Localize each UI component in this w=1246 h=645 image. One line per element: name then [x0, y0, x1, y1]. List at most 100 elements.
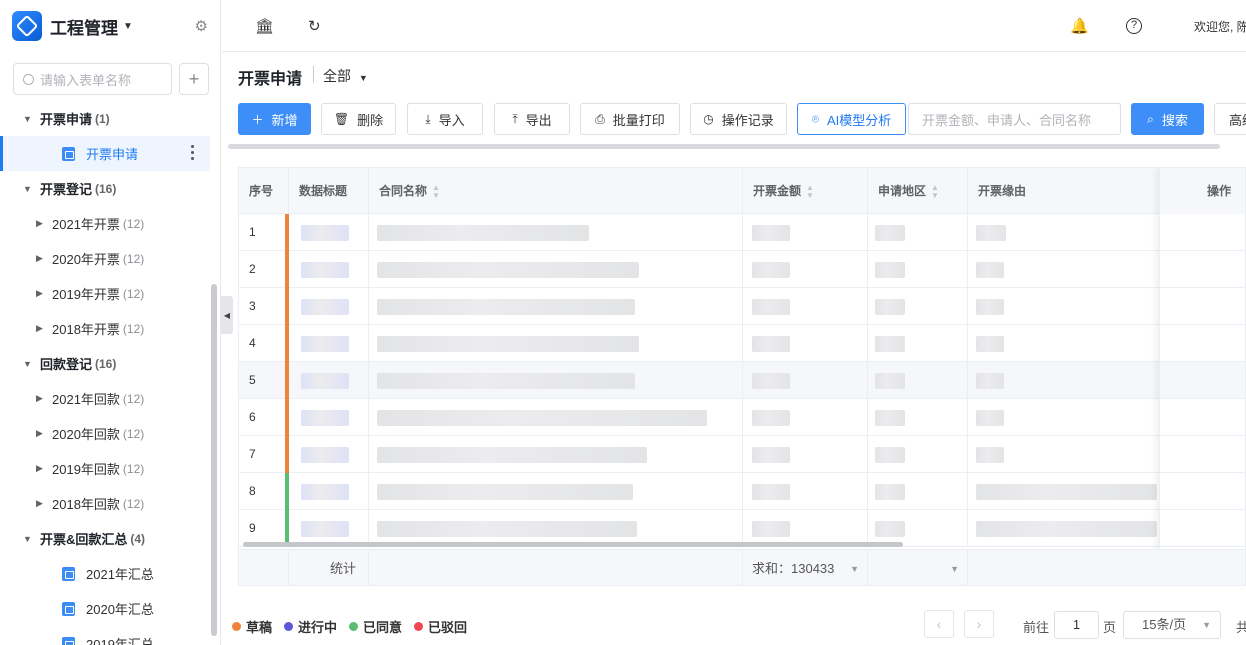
prev-page-button[interactable]: ‹: [924, 610, 954, 638]
caret-right-icon[interactable]: ▶: [36, 218, 46, 229]
tree-group[interactable]: ▼ 开票&回款汇总 (4): [0, 521, 210, 556]
table-horizontal-scrollbar[interactable]: [243, 542, 903, 547]
add-form-button[interactable]: +: [179, 63, 209, 95]
header-contract-label: 合同名称: [379, 184, 428, 198]
cell-contract: [369, 436, 743, 473]
new-button[interactable]: ＋ 新增: [238, 103, 311, 135]
caret-right-icon[interactable]: ▶: [36, 323, 46, 334]
batch-print-button[interactable]: ⎙ 批量打印: [580, 103, 680, 135]
search-button[interactable]: ⌕ 搜索: [1131, 103, 1204, 135]
page-size-select[interactable]: 15条/页 ▼: [1123, 611, 1221, 639]
help-icon[interactable]: ?: [1126, 18, 1142, 34]
tree-item-label: 2021年汇总: [86, 567, 154, 582]
refresh-icon[interactable]: ↻: [308, 17, 321, 35]
cell-reason: [968, 510, 1159, 547]
header-contract[interactable]: 合同名称 ▲ ▼: [369, 168, 743, 214]
page-title: 开票申请: [238, 71, 303, 88]
summary-region-select[interactable]: ▼: [868, 550, 968, 585]
bank-icon[interactable]: 🏛: [255, 17, 274, 35]
app-title[interactable]: 工程管理: [50, 14, 118, 39]
view-filter-dropdown[interactable]: 全部 ▼: [323, 66, 368, 86]
table-row[interactable]: 2: [239, 251, 1245, 288]
bell-icon[interactable]: 🔔: [1070, 17, 1089, 35]
tree-subgroup[interactable]: ▶ 2018年开票 (12): [0, 311, 210, 346]
form-search-input[interactable]: 请输入表单名称: [13, 63, 172, 95]
cell-region: [868, 399, 968, 436]
ai-analysis-button[interactable]: ⌾ AI模型分析: [797, 103, 906, 135]
legend-label: 草稿: [246, 620, 273, 635]
page-number-input[interactable]: 1: [1054, 611, 1099, 639]
cell-region: [868, 436, 968, 473]
tree-form-item[interactable]: 2020年汇总: [0, 591, 210, 626]
operation-log-button[interactable]: ◷ 操作记录: [690, 103, 787, 135]
caret-right-icon[interactable]: ▶: [36, 463, 46, 474]
table-row[interactable]: 7: [239, 436, 1245, 473]
caret-right-icon[interactable]: ▶: [36, 498, 46, 509]
import-button[interactable]: ⤓ 导入: [407, 103, 483, 135]
delete-button[interactable]: 🗑 删除: [321, 103, 396, 135]
tree-subgroup[interactable]: ▶ 2021年开票 (12): [0, 206, 210, 241]
record-search-input[interactable]: 开票金额、申请人、合同名称: [908, 103, 1121, 135]
form-icon: [62, 566, 75, 581]
sort-icon[interactable]: ▲ ▼: [432, 183, 440, 200]
caret-down-icon[interactable]: ▼: [23, 534, 33, 544]
tree-form-item[interactable]: 2019年汇总: [0, 626, 210, 645]
total-label: 共: [1236, 620, 1246, 635]
redacted-content: [752, 299, 790, 315]
tree-subgroup[interactable]: ▶ 2019年回款 (12): [0, 451, 210, 486]
cell-region: [868, 362, 968, 399]
table-row[interactable]: 5: [239, 362, 1245, 399]
tree-subgroup[interactable]: ▶ 2019年开票 (12): [0, 276, 210, 311]
tree-subgroup[interactable]: ▶ 2020年开票 (12): [0, 241, 210, 276]
summary-amount-select[interactable]: 求和：130433 ▼: [743, 550, 868, 585]
next-page-button[interactable]: ›: [964, 610, 994, 638]
status-dot-icon: [414, 622, 424, 631]
advanced-search-button[interactable]: 高级: [1214, 103, 1246, 135]
redacted-content: [752, 336, 790, 352]
more-vertical-icon[interactable]: [191, 145, 194, 160]
tree-item-label: 开票登记: [40, 182, 93, 197]
tree-form-item[interactable]: 开票申请: [0, 136, 210, 171]
table-row[interactable]: 4: [239, 325, 1245, 362]
gear-icon[interactable]: ⚙: [195, 17, 208, 35]
tree-subgroup[interactable]: ▶ 2020年回款 (12): [0, 416, 210, 451]
sort-icon[interactable]: ▲ ▼: [931, 183, 939, 200]
header-amount[interactable]: 开票金额 ▲ ▼: [743, 168, 868, 214]
header-region[interactable]: 申请地区 ▲ ▼: [868, 168, 968, 214]
tree-item-label: 2020年开票: [52, 252, 120, 267]
cell-seq: 5: [239, 362, 289, 399]
tree-form-item[interactable]: 2021年汇总: [0, 556, 210, 591]
tree-item-label: 2020年汇总: [86, 602, 154, 617]
caret-right-icon[interactable]: ▶: [36, 253, 46, 264]
sort-icon[interactable]: ▲ ▼: [806, 183, 814, 200]
form-icon: [62, 146, 75, 161]
table-row[interactable]: 8: [239, 473, 1245, 510]
tree-group[interactable]: ▼ 开票申请 (1): [0, 101, 210, 136]
caret-down-icon[interactable]: ▼: [23, 359, 33, 369]
caret-right-icon[interactable]: ▶: [36, 393, 46, 404]
sidebar-scrollbar[interactable]: [211, 284, 217, 636]
tree-item-label: 2019年开票: [52, 287, 120, 302]
caret-down-icon[interactable]: ▼: [123, 21, 133, 32]
table-row[interactable]: 6: [239, 399, 1245, 436]
table-row[interactable]: 3: [239, 288, 1245, 325]
tree-subgroup[interactable]: ▶ 2018年回款 (12): [0, 486, 210, 521]
toolbar-scrollbar[interactable]: [228, 144, 1220, 149]
caret-right-icon[interactable]: ▶: [36, 428, 46, 439]
sidebar-header: 工程管理 ▼ ⚙: [0, 0, 220, 52]
caret-right-icon[interactable]: ▶: [36, 288, 46, 299]
welcome-text[interactable]: 欢迎您, 陈: [1194, 18, 1246, 35]
search-icon: ⌕: [1147, 111, 1154, 126]
table-row[interactable]: 1: [239, 214, 1245, 251]
cell-title: [289, 473, 369, 510]
caret-down-icon[interactable]: ▼: [23, 184, 33, 194]
export-button[interactable]: ⤒ 导出: [494, 103, 570, 135]
collapse-sidebar-button[interactable]: ◀: [221, 296, 233, 334]
page-size-value: 15条/页: [1142, 617, 1187, 632]
caret-down-icon[interactable]: ▼: [23, 114, 33, 124]
tree-group[interactable]: ▼ 回款登记 (16): [0, 346, 210, 381]
tree-group[interactable]: ▼ 开票登记 (16): [0, 171, 210, 206]
tree-subgroup[interactable]: ▶ 2021年回款 (12): [0, 381, 210, 416]
header-amount-label: 开票金额: [753, 184, 802, 198]
tree-item-label: 2021年开票: [52, 217, 120, 232]
